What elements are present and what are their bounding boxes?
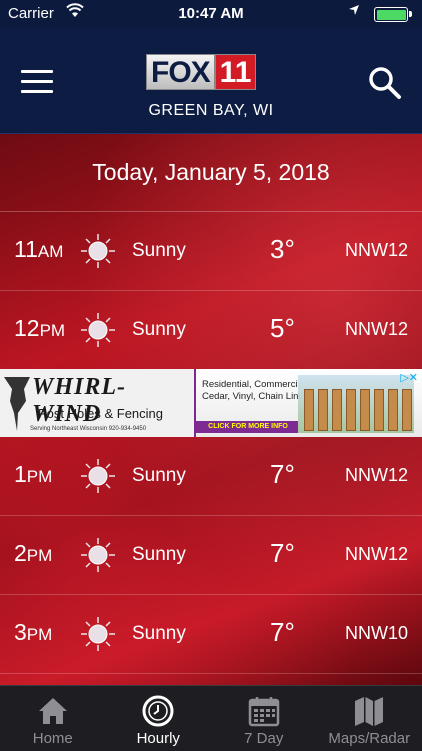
status-bar: Carrier 10:47 AM	[0, 0, 422, 28]
ad-subtitle: Post Holes & Fencing	[38, 406, 163, 421]
logo-fox-text: FOX	[146, 54, 215, 90]
station-logo: FOX 11	[146, 54, 276, 90]
hourly-row[interactable]: 11AM Sunny 3° NNW12	[0, 212, 422, 291]
temperature-value: 7°	[270, 459, 295, 490]
ad-choices-icon[interactable]: ▷✕	[400, 371, 418, 384]
sun-icon	[80, 458, 116, 494]
map-icon	[352, 694, 386, 728]
hour-label: 12PM	[14, 315, 65, 342]
tab-label: Maps/Radar	[317, 730, 422, 747]
fence-image	[298, 375, 414, 433]
tab-home[interactable]: Home	[0, 686, 106, 751]
sun-icon	[80, 537, 116, 573]
hourly-row[interactable]: 1PM Sunny 7° NNW12	[0, 437, 422, 516]
hour-label: 3PM	[14, 619, 52, 646]
hourly-row[interactable]: 3PM Sunny 7° NNW10	[0, 595, 422, 674]
hour-label: 1PM	[14, 461, 52, 488]
hour-label: 11AM	[14, 236, 63, 263]
battery-icon	[374, 7, 408, 22]
tab-maps-radar[interactable]: Maps/Radar	[317, 686, 422, 751]
wind-value: NNW12	[345, 319, 408, 340]
wind-value: NNW12	[345, 240, 408, 261]
tab-label: Home	[0, 730, 106, 747]
date-heading: Today, January 5, 2018	[0, 133, 422, 212]
ad-description: Residential, Commercial Cedar, Vinyl, Ch…	[202, 379, 305, 403]
ad-info-panel: Residential, Commercial Cedar, Vinyl, Ch…	[194, 369, 422, 437]
tab-bar: Home Hourly 7 Day Maps/Radar	[0, 685, 422, 751]
condition-label: Sunny	[132, 240, 186, 262]
ad-banner[interactable]: WHIRL-WIND Post Holes & Fencing Serving …	[0, 369, 422, 437]
sun-icon	[80, 312, 116, 348]
wind-value: NNW10	[345, 623, 408, 644]
sun-icon	[80, 616, 116, 652]
temperature-value: 7°	[270, 617, 295, 648]
tornado-icon	[2, 373, 32, 433]
condition-label: Sunny	[132, 465, 186, 487]
temperature-value: 7°	[270, 538, 295, 569]
temperature-value: 5°	[270, 313, 295, 344]
clock-icon	[141, 694, 175, 728]
temperature-value: 3°	[270, 234, 295, 265]
tab-7-day[interactable]: 7 Day	[211, 686, 317, 751]
search-icon[interactable]	[368, 66, 402, 100]
condition-label: Sunny	[132, 623, 186, 645]
ad-brand-panel: WHIRL-WIND Post Holes & Fencing Serving …	[0, 369, 194, 437]
ad-cta-button[interactable]: CLICK FOR MORE INFO	[196, 421, 300, 433]
hourly-row[interactable]: 12PM Sunny 5° NNW12	[0, 291, 422, 370]
tab-label: Hourly	[106, 730, 212, 747]
location-label: GREEN BAY, WI	[0, 102, 422, 120]
menu-icon[interactable]	[21, 70, 53, 94]
app-header: FOX 11 GREEN BAY, WI	[0, 28, 422, 134]
hourly-row[interactable]: 2PM Sunny 7° NNW12	[0, 516, 422, 595]
tab-hourly[interactable]: Hourly	[106, 686, 212, 751]
location-arrow-icon	[348, 4, 360, 19]
logo-number-text: 11	[215, 54, 257, 90]
calendar-icon	[247, 694, 281, 728]
wind-value: NNW12	[345, 465, 408, 486]
condition-label: Sunny	[132, 544, 186, 566]
tab-label: 7 Day	[211, 730, 317, 747]
condition-label: Sunny	[132, 319, 186, 341]
ad-serving-text: Serving Northeast Wisconsin 920-934-9450	[30, 426, 146, 432]
sun-icon	[80, 233, 116, 269]
home-icon	[36, 694, 70, 728]
hour-label: 2PM	[14, 540, 52, 567]
wind-value: NNW12	[345, 544, 408, 565]
